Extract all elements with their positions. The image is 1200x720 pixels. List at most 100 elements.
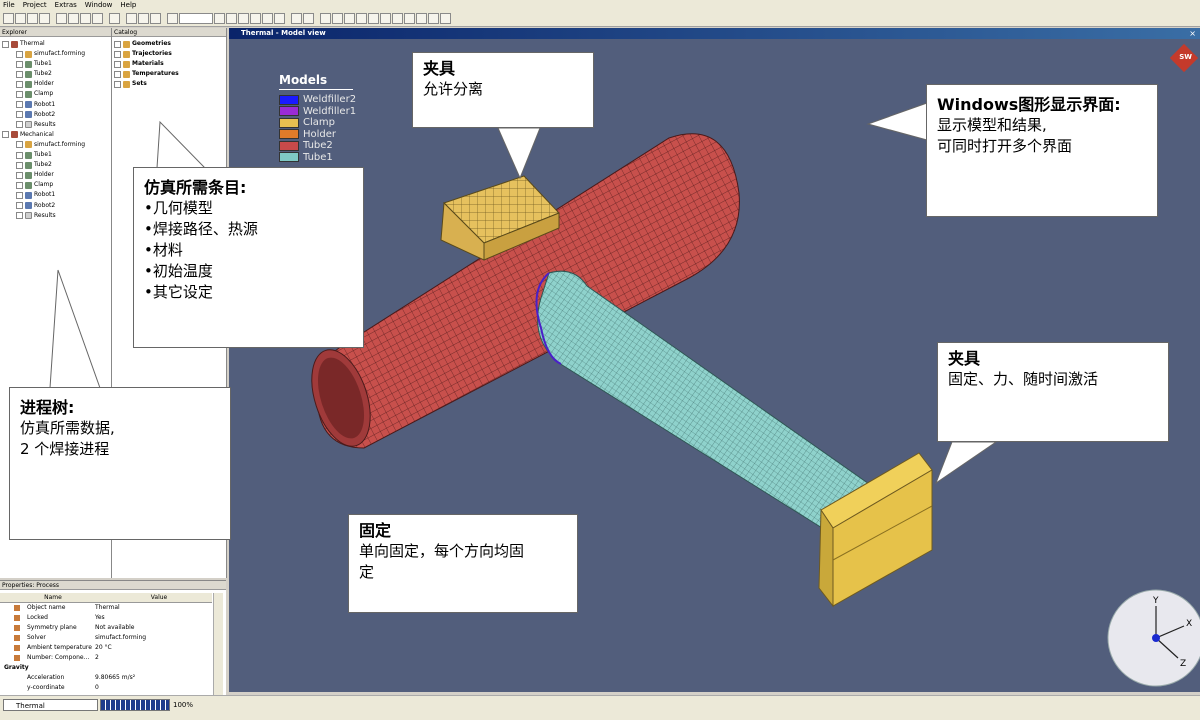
expand-icon[interactable] (114, 40, 121, 48)
tree-item[interactable]: Results (2, 211, 85, 221)
curve-icon[interactable] (250, 13, 261, 24)
expand-icon[interactable] (16, 181, 23, 189)
catalog-item[interactable]: Materials (114, 59, 179, 69)
expand-icon[interactable] (114, 50, 121, 58)
save-all-icon[interactable] (39, 13, 50, 24)
tree-item[interactable]: Mechanical (2, 130, 85, 140)
tree-item[interactable]: Holder (2, 170, 85, 180)
column-header-name[interactable]: Name (0, 593, 106, 602)
view-side-icon[interactable] (416, 13, 427, 24)
tree-item[interactable]: Robot1 (2, 100, 85, 110)
tree-item[interactable]: Thermal (2, 39, 85, 49)
catalog-item[interactable]: Trajectories (114, 49, 179, 59)
expand-icon[interactable] (16, 191, 23, 199)
expand-icon[interactable] (16, 121, 23, 129)
property-row[interactable]: Number: Compone... 2 (0, 653, 212, 663)
tree-item[interactable]: Robot2 (2, 110, 85, 120)
zoom-icon[interactable] (303, 13, 314, 24)
menu-extras[interactable]: Extras (55, 0, 77, 11)
stop-icon[interactable] (109, 13, 120, 24)
tree-item[interactable]: simufact.forming (2, 140, 85, 150)
tree-item[interactable]: Results (2, 120, 85, 130)
catalog-item[interactable]: Sets (114, 79, 179, 89)
properties-scrollbar[interactable] (213, 593, 223, 696)
chart-icon[interactable] (214, 13, 225, 24)
menu-help[interactable]: Help (120, 0, 136, 11)
tree-item[interactable]: Robot2 (2, 201, 85, 211)
catalog-item[interactable]: Temperatures (114, 69, 179, 79)
column-header-value[interactable]: Value (106, 593, 212, 602)
property-row[interactable]: Ambient temperature 20 °C (0, 643, 212, 653)
expand-icon[interactable] (16, 101, 23, 109)
move-icon[interactable] (332, 13, 343, 24)
process-icon[interactable] (56, 13, 67, 24)
tree-item[interactable]: Clamp (2, 89, 85, 99)
expand-icon[interactable] (16, 202, 23, 210)
pan-icon[interactable] (344, 13, 355, 24)
save-icon[interactable] (27, 13, 38, 24)
expand-icon[interactable] (16, 212, 23, 220)
cut-icon[interactable] (291, 13, 302, 24)
property-row[interactable]: Solver simufact.forming (0, 633, 212, 643)
step-combo[interactable] (179, 13, 213, 24)
view-split-icon[interactable] (138, 13, 149, 24)
select-icon[interactable] (320, 13, 331, 24)
expand-icon[interactable] (16, 70, 23, 78)
color-bar-icon[interactable] (274, 13, 285, 24)
expand-icon[interactable] (114, 70, 121, 78)
expand-icon[interactable] (16, 50, 23, 58)
table-icon[interactable] (226, 13, 237, 24)
tree-item[interactable]: simufact.forming (2, 49, 85, 59)
view-iso-icon[interactable] (428, 13, 439, 24)
light-icon[interactable] (262, 13, 273, 24)
expand-icon[interactable] (16, 91, 23, 99)
tree-item[interactable]: Tube2 (2, 160, 85, 170)
expand-icon[interactable] (114, 60, 121, 68)
step-back-icon[interactable] (167, 13, 178, 24)
expand-icon[interactable] (16, 80, 23, 88)
view-top-icon[interactable] (404, 13, 415, 24)
menu-project[interactable]: Project (23, 0, 47, 11)
callout-fixed-line: 单向固定，每个方向均固 (359, 542, 525, 560)
view-tile-icon[interactable] (150, 13, 161, 24)
tree-item[interactable]: Robot1 (2, 190, 85, 200)
tree-item[interactable]: Holder (2, 79, 85, 89)
copy-process-icon[interactable] (68, 13, 79, 24)
open-folder-icon[interactable] (15, 13, 26, 24)
process-selector[interactable]: Thermal (3, 699, 98, 711)
plot-icon[interactable] (238, 13, 249, 24)
property-row[interactable]: Symmetry plane Not available (0, 623, 212, 633)
catalog-item[interactable]: Geometries (114, 39, 179, 49)
tree-item[interactable]: Tube1 (2, 150, 85, 160)
expand-icon[interactable] (2, 131, 9, 139)
expand-icon[interactable] (16, 60, 23, 68)
expand-icon[interactable] (16, 141, 23, 149)
camera-icon[interactable] (368, 13, 379, 24)
property-row[interactable]: y-coordinate 0 (0, 683, 212, 693)
property-row[interactable]: Object name Thermal (0, 603, 212, 613)
expand-icon[interactable] (2, 40, 9, 48)
menu-window[interactable]: Window (85, 0, 113, 11)
rotate-icon[interactable] (356, 13, 367, 24)
view-front-icon[interactable] (392, 13, 403, 24)
view-icon[interactable] (126, 13, 137, 24)
tree-item[interactable]: Clamp (2, 180, 85, 190)
view-persp-icon[interactable] (440, 13, 451, 24)
fit-icon[interactable] (380, 13, 391, 24)
expand-icon[interactable] (16, 111, 23, 119)
property-row[interactable]: Locked Yes (0, 613, 212, 623)
run-icon[interactable] (80, 13, 91, 24)
settings-icon[interactable] (92, 13, 103, 24)
menu-file[interactable]: File (3, 0, 15, 11)
expand-icon[interactable] (16, 161, 23, 169)
new-file-icon[interactable] (3, 13, 14, 24)
expand-icon[interactable] (16, 171, 23, 179)
expand-icon[interactable] (16, 151, 23, 159)
tree-item[interactable]: Tube2 (2, 69, 85, 79)
property-row[interactable]: Acceleration 9.80665 m/s² (0, 673, 212, 683)
catalog-item-label: Temperatures (132, 70, 179, 78)
axis-gizmo[interactable]: Y X Z (1106, 588, 1200, 688)
expand-icon[interactable] (114, 80, 121, 88)
tree-item[interactable]: Tube1 (2, 59, 85, 69)
property-group-gravity[interactable]: Gravity (0, 663, 216, 673)
